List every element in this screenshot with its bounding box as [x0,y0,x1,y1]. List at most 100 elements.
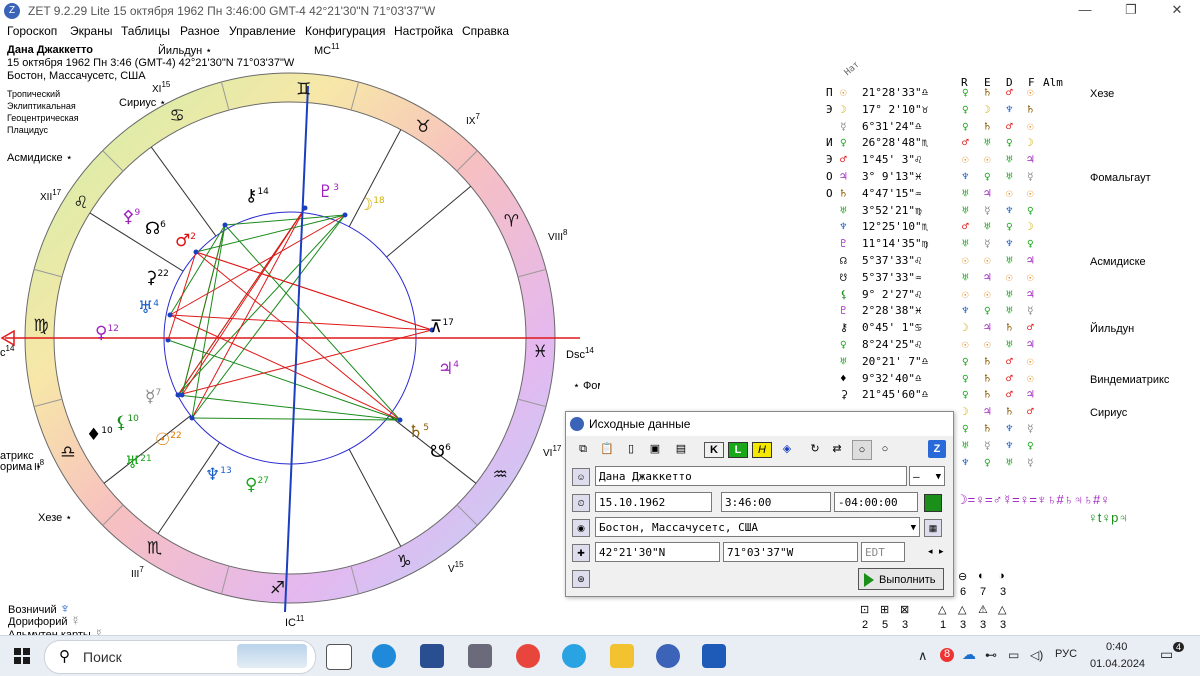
chrome-icon[interactable] [516,644,540,668]
clock-time[interactable]: 0:40 [1106,641,1127,653]
menu-config[interactable]: Конфигурация [305,24,386,38]
monitor-app-icon[interactable] [420,644,444,668]
clock-date[interactable]: 01.04.2024 [1090,658,1145,670]
gender-select[interactable]: — ▼ [909,466,945,486]
table-cell: ♀ [840,338,847,351]
table-row[interactable]: ♅ 20°21' 7"♎ ♀ ♄ ♂ ☉ [826,355,1066,372]
notification-icon[interactable]: ▭ [1160,646,1173,663]
word-icon[interactable] [702,644,726,668]
file-explorer-icon[interactable] [610,644,634,668]
table-cell: ♄ [1006,405,1013,419]
table-row[interactable]: ⚷ 0°45' 1"♋ ☽ ♃ ♄ ♂ [826,321,1066,338]
place-field[interactable]: Бостон, Массачусетс, США ▼ [595,517,920,537]
tz-status-indicator[interactable] [924,494,942,512]
table-cell: ♅ [840,203,847,217]
table-cell: ♂ [1027,405,1034,419]
table-cell: ♄ [984,371,991,385]
volume-icon[interactable]: ◁) [1030,648,1043,662]
h-button[interactable]: H [752,442,772,458]
radio-icon-2[interactable]: ○ [876,440,894,458]
aspect-node [193,249,199,255]
menu-help[interactable]: Справка [462,24,509,38]
table-cell: ♇ [840,304,847,318]
minimize-button[interactable]: — [1062,0,1108,22]
time-field[interactable]: 3:46:00 [721,492,831,512]
telegram-icon[interactable] [562,644,586,668]
menu-horoscope[interactable]: Гороскоп [7,24,57,38]
table-cell: ♃ [1027,287,1034,301]
table-row[interactable]: О ♃ 3° 9'13"♓ ♆ ♀ ♅ ☿ [826,170,1066,187]
table-cell: ♅ [840,354,847,368]
windows-start-icon[interactable] [14,648,30,664]
close-button[interactable]: ✕ [1154,0,1200,22]
sign-glyph: ♊ [296,79,311,99]
timezone-field[interactable]: -04:00:00 [834,492,918,512]
tray-app-icon[interactable]: 8 [940,648,954,662]
table-row[interactable]: И ♀ 26°28'48"♏ ♂ ♅ ♀ ☽ [826,136,1066,153]
table-row[interactable]: ☊ 5°37'33"♌ ☉ ☉ ♅ ♃ [826,254,1066,271]
table-cell: ♄ [984,86,991,99]
table-row[interactable]: ☋ 5°37'33"♒ ♅ ♃ ☉ ☉ [826,271,1066,288]
table-cell: ☉ [984,287,991,301]
table-row[interactable]: О ♄ 4°47'15"♒ ♅ ♃ ☉ ☉ [826,187,1066,204]
run-button[interactable]: Выполнить [858,568,944,590]
table-row[interactable]: ♇ 11°14'35"♍ ♅ ☿ ♆ ♀ [826,237,1066,254]
name-field[interactable]: Дана Джаккетто [595,466,907,486]
search-box[interactable]: ⚲ Поиск [44,640,316,674]
shield-icon[interactable]: ◈ [778,440,796,458]
language-indicator[interactable]: РУС [1055,648,1077,660]
menu-screens[interactable]: Экраны [70,24,112,38]
table-row[interactable]: П ☉ 21°28'33"♎ ♀ ♄ ♂ ☉ [826,86,1066,103]
dst-left-arrow[interactable]: ◂ [928,546,933,557]
menu-tables[interactable]: Таблицы [121,24,170,38]
copy-icon[interactable]: ⧉ [574,440,592,458]
menu-settings[interactable]: Настройка [394,24,453,38]
refresh-icon[interactable]: ↻ [806,440,824,458]
zet-app-icon[interactable] [656,644,680,668]
swap-icon[interactable]: ⇄ [828,440,846,458]
table-cell: ☽ [962,321,969,335]
table-row[interactable]: Э ☽ 17° 2'10"♉ ♀ ☽ ♆ ♄ [826,103,1066,120]
dst-right-arrow[interactable]: ▸ [939,546,944,557]
table-row[interactable]: ⚳ 21°45'60"♎ ♀ ♄ ♂ ♃ [826,388,1066,405]
table-row[interactable]: ♦ 9°32'40"♎ ♀ ♄ ♂ ☉ [826,372,1066,389]
table-cell: ☉ [984,254,991,267]
edge-icon[interactable] [372,644,396,668]
table-cell: ♄ [984,119,991,133]
table-row[interactable]: ♅ 3°52'21"♍ ♅ ☿ ♆ ♀ [826,204,1066,221]
menu-control[interactable]: Управление [229,24,296,38]
table-row[interactable]: ⚸ 9° 2'27"♌ ☉ ☉ ♅ ♃ [826,288,1066,305]
restore-button[interactable]: ❐ [1108,0,1154,22]
paste-icon[interactable]: 📋 [598,440,616,458]
dialog-title-bar[interactable]: Исходные данные [566,412,953,436]
new-doc-icon[interactable]: ▯ [622,440,640,458]
table-row[interactable]: ♇ 2°28'38"♓ ♆ ♀ ♅ ☿ [826,304,1066,321]
natal-chart-wheel[interactable]: ♊♉♈♓♒♑♐♏♎♍♌♋ ☉22☽18☿7♀27♂2♃4♄5♅4♆13♇3☊6☋… [0,40,600,635]
longitude-field[interactable]: 71°03'37"W [723,542,858,562]
cloud-icon[interactable]: ☁ [962,646,976,663]
table-cell: ☿ [984,438,991,452]
table-row[interactable]: ♀ 8°24'25"♌ ☉ ☉ ♅ ♃ [826,338,1066,355]
date-field[interactable]: 15.10.1962 [595,492,712,512]
l-button[interactable]: L [728,442,748,458]
z-button[interactable]: Z [928,440,946,458]
latitude-field[interactable]: 42°21'30"N [595,542,720,562]
table-cell: ♅ [1006,287,1013,301]
table-row[interactable]: Э ♂ 1°45' 3"♌ ☉ ☉ ♅ ♃ [826,153,1066,170]
dst-field[interactable]: EDT [861,542,905,562]
k-button[interactable]: K [704,442,724,458]
table-row[interactable]: ☿ 6°31'24"♎ ♀ ♄ ♂ ☉ [826,120,1066,137]
network-icon[interactable]: ⊷ [985,648,997,662]
table-row[interactable]: ♆ 12°25'10"♏ ♂ ♅ ♀ ☽ [826,220,1066,237]
table-cell: ☿ [1027,304,1034,318]
radio-icon-1[interactable]: ○ [852,440,872,460]
save-icon[interactable]: ▣ [646,440,664,458]
calendar-icon[interactable]: ▤ [672,440,690,458]
tray-chevron-icon[interactable]: ∧ [918,648,928,664]
menu-misc[interactable]: Разное [180,24,220,38]
task-view-icon[interactable] [326,644,352,670]
person-icon: ☺ [572,468,590,486]
map-icon[interactable]: ▦ [924,519,942,537]
phone-app-icon[interactable] [468,644,492,668]
battery-icon[interactable]: ▭ [1008,648,1019,662]
